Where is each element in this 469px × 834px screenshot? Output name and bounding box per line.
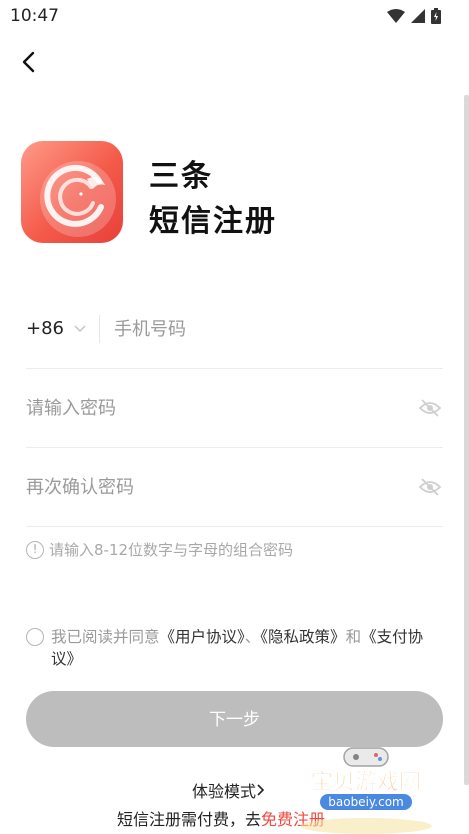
eye-off-icon[interactable] (419, 398, 441, 418)
agreement-text: 我已阅读并同意《用户协议》、《隐私政策》和《支付协议》 (51, 626, 443, 670)
demo-mode-link[interactable]: 体验模式 (192, 778, 266, 802)
phone-row: +86 (26, 290, 443, 369)
watermark-title: 宝贝游戏网 (311, 769, 421, 795)
agree-checkbox[interactable] (26, 628, 44, 646)
password-input[interactable] (26, 393, 396, 423)
password-hint: ! 请输入8-12位数字与字母的组合密码 (26, 539, 293, 560)
scrollbar[interactable] (464, 95, 469, 785)
battery-icon (431, 8, 441, 24)
chevron-right-icon (257, 784, 265, 796)
footer-note-text: 短信注册需付费，去 (117, 810, 262, 829)
agreement-and: 和 (345, 628, 362, 646)
user-agreement-link[interactable]: 《用户协议》 (160, 628, 245, 646)
status-bar: 10:47 (0, 0, 469, 32)
divider (99, 315, 100, 343)
logo-mark-icon (40, 161, 116, 237)
gamepad-icon (343, 747, 389, 767)
back-button[interactable] (14, 48, 42, 76)
demo-mode-label: 体验模式 (192, 782, 257, 801)
page-title: 短信注册 (149, 204, 277, 239)
password-hint-text: 请输入8-12位数字与字母的组合密码 (49, 541, 294, 559)
chevron-down-icon (74, 324, 86, 332)
country-code-selector[interactable]: +86 (26, 318, 86, 339)
password-row (26, 369, 443, 448)
country-code-label: +86 (26, 318, 64, 339)
app-logo (21, 141, 123, 243)
footer-note: 短信注册需付费，去免费注册 (117, 806, 325, 830)
phone-input[interactable] (114, 314, 414, 344)
confirm-password-row (26, 448, 443, 527)
status-time: 10:47 (10, 6, 59, 26)
confirm-password-input[interactable] (26, 472, 396, 502)
next-button[interactable]: 下一步 (26, 691, 443, 747)
signal-icon (411, 9, 425, 23)
agreement-separator: 、 (244, 628, 261, 646)
brand-name: 三条 (149, 159, 213, 194)
free-register-link[interactable]: 免费注册 (261, 810, 325, 829)
privacy-policy-link[interactable]: 《隐私政策》 (260, 628, 345, 646)
status-icons (387, 8, 441, 24)
chevron-left-icon (22, 51, 35, 73)
watermark-url: baobeiy.com (328, 795, 403, 809)
info-icon: ! (26, 540, 44, 559)
agreement-prefix: 我已阅读并同意 (51, 628, 160, 646)
eye-off-icon[interactable] (419, 477, 441, 497)
wifi-icon (387, 9, 405, 23)
